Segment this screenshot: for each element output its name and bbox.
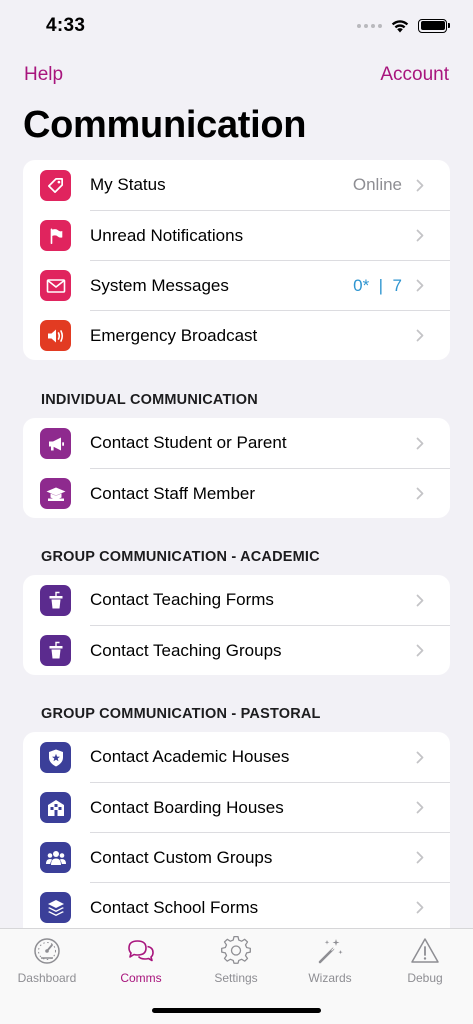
house-icon (40, 792, 71, 823)
podium-icon (40, 585, 71, 616)
chevron-right-icon (416, 329, 424, 342)
magic-wand-icon (318, 939, 343, 964)
contact-staff-member-row[interactable]: Contact Staff Member (23, 468, 450, 518)
tab-label: Comms (120, 971, 162, 985)
chevron-right-icon (416, 594, 424, 606)
chevron-right-icon (416, 487, 424, 500)
individual-group: Contact Student or Parent Contact Staff … (23, 418, 450, 518)
contact-teaching-forms-row[interactable]: Contact Teaching Forms (23, 575, 450, 625)
podium-icon (40, 635, 71, 666)
chevron-right-icon (416, 644, 424, 657)
message-counts: 0* | 7 (353, 275, 402, 295)
status-icons (357, 18, 450, 33)
section-header-pastoral: GROUP COMMUNICATION - PASTORAL (41, 706, 321, 722)
contact-teaching-groups-row[interactable]: Contact Teaching Groups (23, 625, 450, 675)
warning-icon (411, 938, 439, 963)
chevron-right-icon (416, 801, 424, 814)
tab-dashboard[interactable]: Dashboard (0, 935, 94, 985)
layers-icon (40, 892, 71, 923)
row-label: Contact Teaching Forms (90, 590, 274, 609)
megaphone-icon (40, 428, 71, 459)
pastoral-group: Contact Academic Houses Contact Boarding… (23, 732, 450, 928)
speaker-icon (40, 320, 71, 351)
tab-label: Settings (214, 971, 258, 985)
people-icon (40, 842, 71, 873)
shield-star-icon (40, 742, 71, 773)
chevron-right-icon (416, 751, 424, 763)
contact-school-forms-row[interactable]: Contact School Forms (23, 882, 450, 928)
page-title: Communication (23, 104, 307, 146)
section-header-individual: INDIVIDUAL COMMUNICATION (41, 392, 258, 408)
row-label: Contact Academic Houses (90, 747, 290, 766)
status-group: My Status Online Unread Notifications Sy… (23, 160, 450, 360)
status-time: 4:33 (46, 15, 86, 36)
contact-boarding-houses-row[interactable]: Contact Boarding Houses (23, 782, 450, 832)
my-status-row[interactable]: My Status Online (23, 160, 450, 210)
tab-settings[interactable]: Settings (189, 935, 283, 985)
envelope-icon (40, 270, 71, 301)
cellular-signal-icon (357, 23, 382, 28)
unread-notifications-row[interactable]: Unread Notifications (23, 210, 450, 260)
row-label: Emergency Broadcast (90, 325, 258, 345)
chevron-right-icon (416, 437, 424, 449)
home-indicator (152, 1008, 321, 1013)
gear-icon (221, 936, 251, 964)
chat-bubbles-icon (128, 940, 154, 962)
row-label: Contact Teaching Groups (90, 640, 282, 660)
row-label: Unread Notifications (90, 225, 244, 245)
wifi-icon (391, 20, 409, 33)
tag-icon (40, 170, 71, 201)
row-label: System Messages (90, 275, 229, 295)
chevron-right-icon (416, 901, 424, 914)
contact-academic-houses-row[interactable]: Contact Academic Houses (23, 732, 450, 782)
status-value: Online (352, 175, 402, 194)
flag-icon (40, 220, 71, 251)
tab-comms[interactable]: Comms (94, 935, 188, 985)
tab-label: Wizards (308, 971, 352, 985)
graduation-cap-icon (40, 478, 71, 509)
account-button[interactable]: Account (380, 64, 449, 86)
gauge-icon (34, 938, 60, 964)
tab-wizards[interactable]: Wizards (283, 935, 377, 985)
system-messages-row[interactable]: System Messages 0* | 7 (23, 260, 450, 310)
chevron-right-icon (416, 229, 424, 242)
tab-label: Dashboard (17, 971, 77, 985)
battery-icon (418, 18, 450, 33)
contact-student-or-parent-row[interactable]: Contact Student or Parent (23, 418, 450, 468)
help-button[interactable]: Help (24, 64, 63, 86)
chevron-right-icon (416, 851, 424, 864)
emergency-broadcast-row[interactable]: Emergency Broadcast (23, 310, 450, 360)
academic-group: Contact Teaching Forms Contact Teaching … (23, 575, 450, 675)
row-label: Contact School Forms (90, 897, 259, 917)
tab-label: Debug (407, 971, 443, 985)
row-label: Contact Custom Groups (90, 847, 273, 867)
row-label: Contact Student or Parent (90, 433, 287, 452)
screen: 4:33 Help Account Communication My Statu… (0, 0, 473, 1024)
contact-custom-groups-row[interactable]: Contact Custom Groups (23, 832, 450, 882)
section-header-academic: GROUP COMMUNICATION - ACADEMIC (41, 549, 320, 565)
row-label: My Status (90, 175, 166, 194)
status-bar: 4:33 (0, 0, 473, 54)
row-label: Contact Boarding Houses (90, 797, 284, 817)
tab-debug[interactable]: Debug (378, 935, 472, 985)
chevron-right-icon (416, 279, 424, 292)
row-label: Contact Staff Member (90, 483, 256, 503)
chevron-right-icon (416, 179, 424, 191)
